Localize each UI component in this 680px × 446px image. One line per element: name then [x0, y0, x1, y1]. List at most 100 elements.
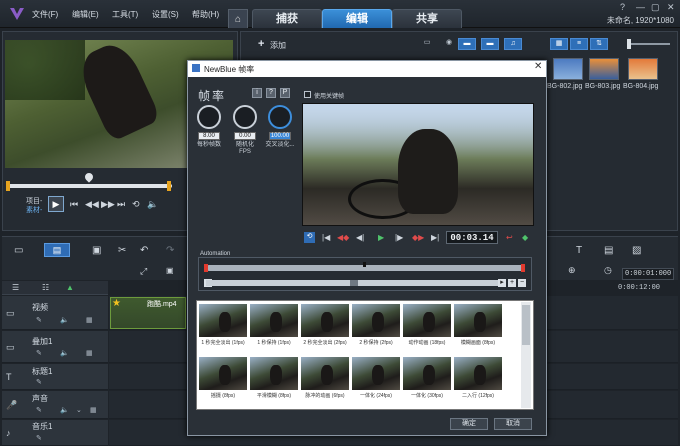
- zoom-in-icon[interactable]: +: [508, 279, 516, 287]
- list-view-icon[interactable]: ≡: [570, 38, 588, 50]
- crossfade-knob[interactable]: [268, 105, 292, 129]
- fit-icon[interactable]: ⤢: [140, 266, 147, 277]
- prev-keyframe-icon[interactable]: ◀◆: [337, 233, 349, 242]
- clip-mode-label[interactable]: 素材-: [26, 205, 42, 215]
- dialog-play-icon[interactable]: ▶: [378, 233, 384, 242]
- next-frame-icon[interactable]: ▶▶: [101, 199, 115, 210]
- edit-icon[interactable]: ✎: [36, 349, 42, 357]
- prev-frame-icon[interactable]: ◀◀: [85, 199, 99, 210]
- preset-item[interactable]: 二入行 (12fps): [453, 356, 503, 408]
- dialog-close-icon[interactable]: ✕: [534, 61, 542, 72]
- track-manager-icon[interactable]: ▤: [604, 245, 613, 256]
- grid-icon[interactable]: ▦: [90, 406, 97, 414]
- dialog-timecode[interactable]: 00:03.14: [446, 231, 498, 244]
- speaker-icon[interactable]: 🔈: [60, 316, 69, 324]
- tab-edit[interactable]: 编辑: [322, 9, 392, 28]
- tab-share[interactable]: 共享: [392, 9, 462, 28]
- edit-icon[interactable]: ✎: [36, 434, 42, 442]
- preview-scrubber[interactable]: [8, 184, 172, 188]
- edit-icon[interactable]: ✎: [36, 316, 42, 324]
- help-icon[interactable]: ?: [620, 2, 625, 12]
- slider-knob[interactable]: [627, 39, 631, 49]
- folder-icon[interactable]: ▭: [418, 38, 436, 50]
- preset-button[interactable]: P: [280, 88, 290, 98]
- use-keyframes-checkbox[interactable]: [304, 91, 311, 98]
- repeat-icon[interactable]: ⟲: [132, 199, 140, 210]
- menu-help[interactable]: 帮助(H): [192, 9, 219, 20]
- play-button[interactable]: ▶: [48, 196, 64, 212]
- keyframe-playhead[interactable]: [363, 262, 366, 267]
- randomize-fps-knob[interactable]: [233, 105, 257, 129]
- thumbnail-view-icon[interactable]: ▦: [550, 38, 568, 50]
- menu-settings[interactable]: 设置(S): [152, 9, 179, 20]
- redo-icon[interactable]: ↷: [166, 245, 174, 256]
- track-options-icon[interactable]: ☷: [42, 283, 49, 292]
- zoom-out-icon[interactable]: −: [518, 279, 526, 287]
- thumbnail-size-slider[interactable]: [630, 43, 670, 45]
- menu-file[interactable]: 文件(F): [32, 9, 58, 20]
- auto-music-icon[interactable]: ▨: [632, 245, 641, 256]
- track-list-icon[interactable]: ☰: [12, 283, 19, 292]
- grid-icon[interactable]: ▦: [86, 349, 93, 357]
- add-button[interactable]: 添加: [270, 40, 286, 51]
- timeline-view-icon[interactable]: ▤: [44, 243, 70, 257]
- undo-icon[interactable]: ↶: [140, 245, 148, 256]
- maximize-icon[interactable]: ▢: [651, 2, 660, 13]
- remove-keyframe-icon[interactable]: ↩: [506, 233, 513, 242]
- preset-item[interactable]: 2 秒完全淡出 (2fps): [300, 303, 350, 355]
- go-end-icon[interactable]: ⏭: [117, 199, 125, 210]
- go-end-icon[interactable]: ▶|: [431, 233, 439, 242]
- preset-item[interactable]: 1 秒完全淡出 (1fps): [198, 303, 248, 355]
- preset-item[interactable]: 一体化 (30fps): [402, 356, 452, 408]
- edit-icon[interactable]: ✎: [36, 378, 42, 386]
- tools-icon[interactable]: ✂: [118, 245, 126, 256]
- library-thumbnail[interactable]: [628, 58, 658, 80]
- preset-item[interactable]: 模糊画面 (8fps): [453, 303, 503, 355]
- preset-item[interactable]: 一体化 (24fps): [351, 356, 401, 408]
- fps-value[interactable]: 8.00: [198, 132, 220, 140]
- preset-item[interactable]: 摇摄 (8fps): [198, 356, 248, 408]
- clock-icon[interactable]: ◷: [604, 265, 612, 276]
- add-track-icon[interactable]: ▲: [66, 283, 74, 292]
- add-keyframe-icon[interactable]: ◆: [522, 233, 528, 242]
- image-filter-icon[interactable]: ▬: [481, 38, 499, 50]
- video-filter-icon[interactable]: ▬: [458, 38, 476, 50]
- automation-scroll-thumb[interactable]: [350, 280, 358, 286]
- ok-button[interactable]: 确定: [450, 418, 488, 430]
- gif-icon[interactable]: ▣: [166, 266, 174, 275]
- preset-item[interactable]: 2 秒保持 (2fps): [351, 303, 401, 355]
- speaker-icon[interactable]: 🔈: [60, 406, 69, 414]
- title-tool-icon[interactable]: T: [576, 245, 582, 256]
- close-icon[interactable]: ✕: [667, 2, 675, 13]
- library-thumbnail[interactable]: [589, 58, 619, 80]
- preset-item[interactable]: 平滑模糊 (8fps): [249, 356, 299, 408]
- keyframe-marker[interactable]: [521, 264, 525, 272]
- clipboard-icon[interactable]: ▣: [92, 245, 101, 256]
- preset-item[interactable]: 1 秒保持 (1fps): [249, 303, 299, 355]
- library-thumbnail[interactable]: [553, 58, 583, 80]
- filter-icon[interactable]: ◉: [440, 38, 458, 50]
- help-button[interactable]: ?: [266, 88, 276, 98]
- loop-icon[interactable]: ⟲: [304, 232, 315, 243]
- info-button[interactable]: i: [252, 88, 262, 98]
- next-keyframe-icon[interactable]: ◆▶: [412, 233, 424, 242]
- chevron-down-icon[interactable]: ⌄: [76, 406, 82, 414]
- prev-frame-icon[interactable]: ◀|: [356, 233, 364, 242]
- preset-item[interactable]: 脉冲的动画 (6fps): [300, 356, 350, 408]
- minimize-icon[interactable]: —: [636, 2, 645, 12]
- home-icon[interactable]: ⌂: [228, 9, 248, 28]
- speaker-icon[interactable]: 🔈: [60, 349, 69, 357]
- trim-end-handle[interactable]: [167, 181, 171, 191]
- tab-capture[interactable]: 捕获: [252, 9, 322, 28]
- randomize-fps-value[interactable]: 0.00: [234, 132, 256, 140]
- volume-icon[interactable]: 🔈: [147, 199, 158, 210]
- add-icon[interactable]: +: [258, 38, 264, 50]
- preset-scroll-thumb[interactable]: [522, 305, 530, 345]
- timeline-timecode[interactable]: 0:00:01:000: [622, 268, 675, 280]
- menu-edit[interactable]: 编辑(E): [72, 9, 99, 20]
- cancel-button[interactable]: 取消: [494, 418, 532, 430]
- crossfade-value[interactable]: 100.00: [269, 132, 291, 140]
- next-frame-icon[interactable]: |▶: [395, 233, 403, 242]
- keyframe-marker[interactable]: [204, 264, 208, 272]
- preset-item[interactable]: 动作动画 (18fps): [402, 303, 452, 355]
